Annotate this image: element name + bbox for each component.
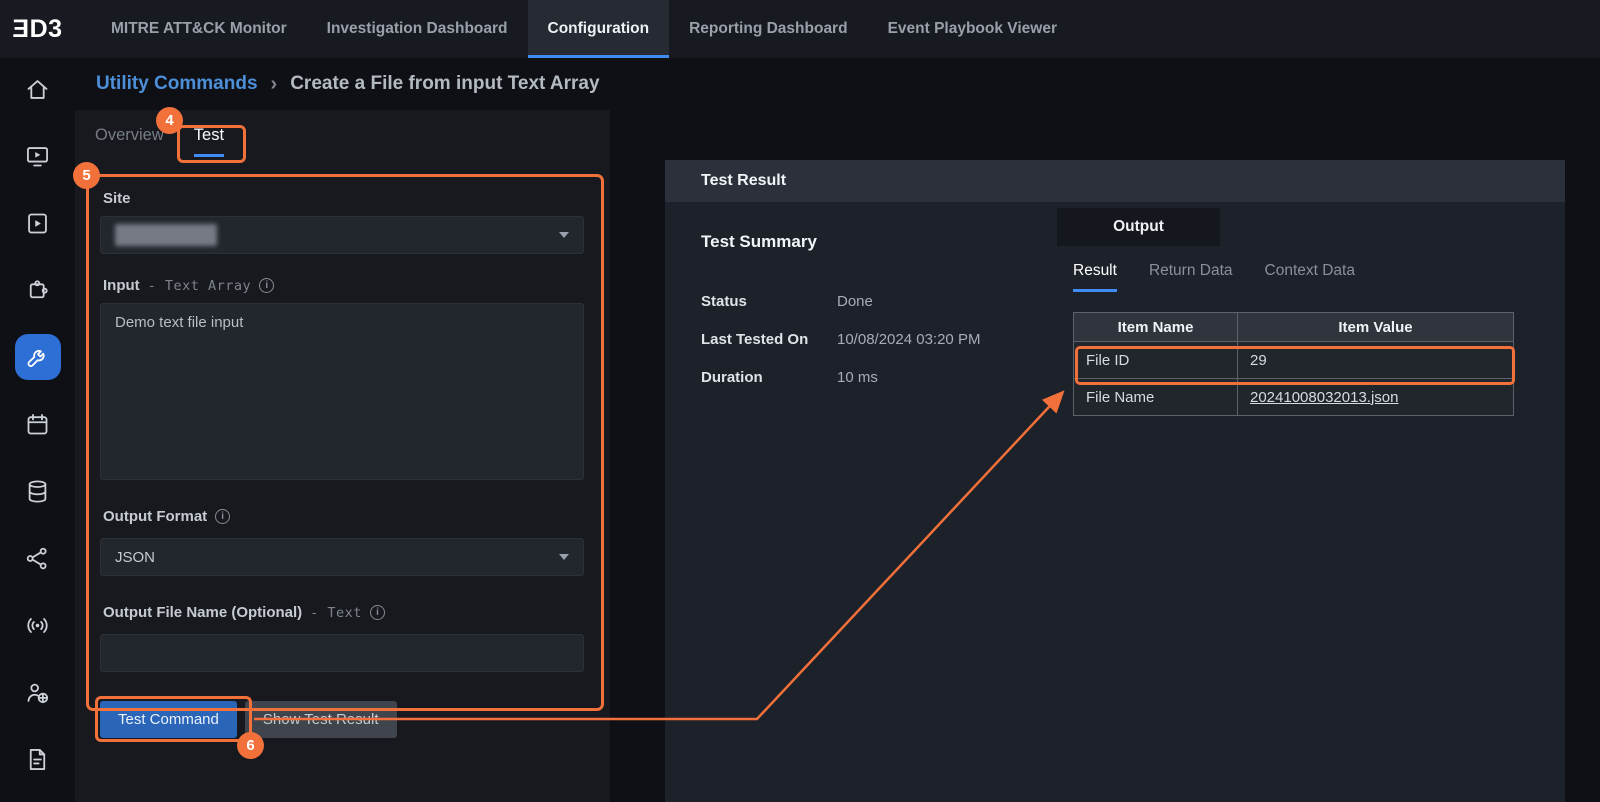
last-tested-value: 10/08/2024 03:20 PM	[837, 331, 980, 348]
site-select[interactable]	[100, 216, 584, 254]
d3-logo: ƎD3	[0, 15, 75, 44]
duration-value: 10 ms	[837, 369, 878, 386]
tab-context-data[interactable]: Context Data	[1265, 262, 1355, 292]
top-nav: ƎD3 MITRE ATT&CK Monitor Investigation D…	[0, 0, 1600, 58]
sidebar-item-schedule[interactable]	[15, 401, 61, 447]
tab-overview[interactable]: Overview	[95, 126, 164, 157]
sidebar-item-playbooks[interactable]	[15, 200, 61, 246]
table-header-row: Item Name Item Value	[1074, 313, 1514, 342]
sidebar-item-users[interactable]	[15, 669, 61, 715]
calendar-icon	[24, 411, 51, 438]
table-row-file-name: File Name 20241008032013.json	[1074, 379, 1514, 416]
document-edit-icon	[24, 746, 51, 773]
summary-row-last-tested: Last Tested On 10/08/2024 03:20 PM	[701, 320, 980, 358]
input-type-suffix: - Text Array	[148, 278, 252, 294]
output-format-select[interactable]: JSON	[100, 538, 584, 576]
tab-output[interactable]: Output	[1057, 208, 1220, 246]
file-name-link[interactable]: 20241008032013.json	[1250, 389, 1398, 406]
info-icon[interactable]	[370, 605, 385, 620]
breadcrumb: Utility Commands › Create a File from in…	[75, 58, 600, 110]
info-icon[interactable]	[259, 278, 274, 293]
test-command-button[interactable]: Test Command	[100, 701, 237, 738]
page-title: Create a File from input Text Array	[290, 73, 599, 95]
input-textarea[interactable]: Demo text file input	[100, 303, 584, 480]
tab-test[interactable]: Test	[194, 126, 224, 157]
output-format-label: Output Format	[103, 508, 230, 525]
output-format-value: JSON	[115, 549, 155, 566]
sidebar-item-monitor[interactable]	[15, 133, 61, 179]
site-value-redacted	[115, 224, 217, 246]
share-nodes-icon	[24, 545, 51, 572]
info-icon[interactable]	[215, 509, 230, 524]
icon-sidebar	[0, 58, 75, 802]
database-icon	[24, 478, 51, 505]
nav-reporting-dashboard[interactable]: Reporting Dashboard	[669, 0, 867, 58]
summary-row-duration: Duration 10 ms	[701, 358, 980, 396]
summary-label: Last Tested On	[701, 331, 837, 348]
file-name-name-cell: File Name	[1074, 379, 1238, 416]
sidebar-item-connections[interactable]	[15, 535, 61, 581]
user-globe-icon	[24, 679, 51, 706]
nav-investigation-dashboard[interactable]: Investigation Dashboard	[307, 0, 528, 58]
sidebar-item-home[interactable]	[15, 66, 61, 112]
output-file-name-label: Output File Name (Optional) - Text	[103, 604, 385, 621]
summary-row-status: Status Done	[701, 282, 980, 320]
nav-configuration[interactable]: Configuration	[528, 0, 670, 58]
breadcrumb-utility-commands[interactable]: Utility Commands	[96, 73, 258, 95]
command-tabs: Overview Test	[95, 126, 224, 157]
test-result-panel: Test Result Test Summary Status Done Las…	[665, 160, 1565, 802]
summary-label: Duration	[701, 369, 837, 386]
input-label: Input - Text Array	[103, 277, 274, 294]
nav-event-playbook-viewer[interactable]: Event Playbook Viewer	[868, 0, 1077, 58]
output-file-name-input[interactable]	[100, 634, 584, 672]
test-summary-title: Test Summary	[701, 232, 817, 252]
home-icon	[24, 76, 51, 103]
tab-result[interactable]: Result	[1073, 262, 1117, 292]
wrench-icon	[24, 344, 51, 371]
site-label-text: Site	[103, 190, 131, 207]
output-file-type-suffix: - Text	[310, 605, 362, 621]
chevron-down-icon	[559, 232, 569, 238]
form-buttons: Test Command Show Test Result	[100, 701, 397, 738]
table-row-file-id: File ID 29	[1074, 342, 1514, 379]
tab-return-data[interactable]: Return Data	[1149, 262, 1233, 292]
input-label-text: Input	[103, 277, 140, 294]
test-result-title: Test Result	[701, 172, 786, 190]
output-subtabs: Result Return Data Context Data	[1073, 262, 1355, 292]
chevron-down-icon	[559, 554, 569, 560]
command-test-panel: Overview Test Site Input - Text Array De…	[75, 110, 610, 802]
broadcast-icon	[24, 612, 51, 639]
sidebar-item-utilities[interactable]	[15, 334, 61, 380]
file-id-name-cell: File ID	[1074, 342, 1238, 379]
top-nav-items: MITRE ATT&CK Monitor Investigation Dashb…	[91, 0, 1077, 58]
playbook-play-icon	[24, 210, 51, 237]
column-header-item-name: Item Name	[1074, 313, 1238, 342]
summary-label: Status	[701, 293, 837, 310]
result-table: Item Name Item Value File ID 29 File Nam…	[1073, 312, 1514, 416]
sidebar-item-reports[interactable]	[15, 736, 61, 782]
status-value: Done	[837, 293, 873, 310]
nav-mitre-attack-monitor[interactable]: MITRE ATT&CK Monitor	[91, 0, 307, 58]
output-format-label-text: Output Format	[103, 508, 207, 525]
file-name-value-cell: 20241008032013.json	[1238, 379, 1514, 416]
site-label: Site	[103, 190, 131, 207]
puzzle-icon	[24, 277, 51, 304]
test-summary: Status Done Last Tested On 10/08/2024 03…	[701, 282, 980, 396]
test-result-header: Test Result	[665, 160, 1565, 202]
chevron-right-icon: ›	[271, 73, 278, 96]
file-id-value-cell: 29	[1238, 342, 1514, 379]
sidebar-item-integrations[interactable]	[15, 267, 61, 313]
column-header-item-value: Item Value	[1238, 313, 1514, 342]
output-file-name-label-text: Output File Name (Optional)	[103, 604, 302, 621]
sidebar-item-data[interactable]	[15, 468, 61, 514]
sidebar-item-broadcast[interactable]	[15, 602, 61, 648]
monitor-play-icon	[24, 143, 51, 170]
show-test-result-button[interactable]: Show Test Result	[245, 701, 397, 738]
